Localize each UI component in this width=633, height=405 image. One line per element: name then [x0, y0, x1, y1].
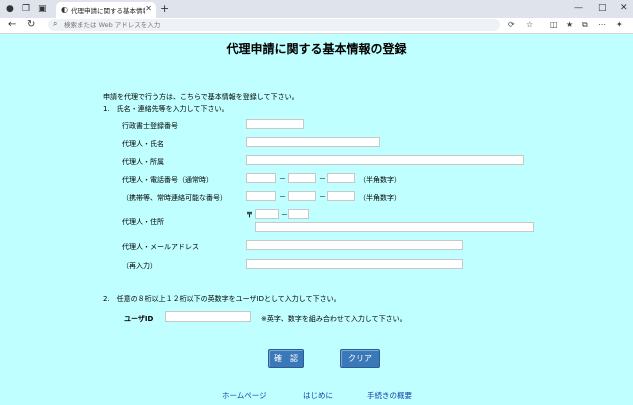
section1-heading: 1. 氏名・連絡先等を入力して下さい。 — [103, 105, 229, 113]
email-label: 代理人・メールアドレス — [122, 243, 199, 251]
phone-part3-input[interactable] — [327, 173, 355, 183]
section2-heading: 2. 任意の８桁以上１２桁以下の英数字をユーザIDとして入力して下さい。 — [103, 295, 341, 303]
split-screen-icon[interactable]: ◫ — [550, 20, 558, 29]
phone-alt-part2-input[interactable] — [288, 191, 316, 201]
workspaces-icon[interactable]: ❐ — [22, 3, 30, 15]
dash: － — [281, 211, 288, 219]
omnibox[interactable]: ⌕ — [48, 19, 500, 31]
footer-link-overview[interactable]: 手続きの概要 — [367, 390, 412, 401]
phone-part1-input[interactable] — [246, 173, 276, 183]
browser-tab[interactable]: ◐ 代理申請に関する基本情報の登録 ✕ — [56, 2, 156, 18]
halfwidth-note: （半角数字） — [359, 194, 401, 202]
phone-alt-part1-input[interactable] — [246, 191, 276, 201]
dash: － — [279, 193, 286, 201]
phone-label: 代理人・電話番号（通常時） — [122, 176, 213, 184]
email-input[interactable] — [246, 240, 463, 250]
dash: － — [279, 175, 286, 183]
profile-icon[interactable]: ● — [6, 3, 14, 15]
userid-note: ※英字、数字を組み合わせて入力して下さい。 — [261, 315, 407, 323]
reg-no-label: 行政書士登録番号 — [122, 122, 178, 130]
phone-part2-input[interactable] — [288, 173, 316, 183]
address-label: 代理人・住所 — [122, 218, 164, 226]
postal-part1-input[interactable] — [255, 209, 279, 219]
email-confirm-input[interactable] — [246, 259, 463, 269]
new-tab-button[interactable]: + — [160, 2, 169, 15]
close-tab-icon[interactable]: ✕ — [145, 4, 152, 13]
userid-input[interactable] — [165, 311, 251, 322]
close-window-button[interactable]: ✕ — [620, 3, 628, 13]
address-input-field[interactable] — [255, 222, 534, 232]
favorites-star-icon[interactable]: ☆ — [526, 20, 533, 29]
browser-tab-strip: ● ❐ ▣ ◐ 代理申請に関する基本情報の登録 ✕ + — □ ✕ — [0, 0, 633, 18]
org-input[interactable] — [246, 155, 524, 165]
dash: － — [319, 175, 326, 183]
halfwidth-note: （半角数字） — [359, 176, 401, 184]
favorites-icon[interactable]: ★ — [566, 20, 573, 29]
search-icon: ⌕ — [53, 19, 58, 28]
email-confirm-label: （再入力） — [122, 262, 157, 270]
org-label: 代理人・所属 — [122, 158, 164, 166]
page-favicon-icon: ◐ — [61, 5, 68, 14]
postal-mark: 〒 — [246, 211, 253, 219]
confirm-button[interactable]: 確 認 — [268, 349, 304, 368]
intro-text: 申請を代理で行う方は、こちらで基本情報を登録して下さい。 — [103, 93, 299, 101]
userid-label: ユーザID — [124, 315, 154, 323]
refresh-icon[interactable]: ↻ — [27, 19, 35, 30]
more-menu-icon[interactable]: ⋯ — [598, 20, 606, 29]
clear-button[interactable]: クリア — [340, 349, 380, 368]
maximize-button[interactable]: □ — [598, 3, 607, 13]
name-label: 代理人・氏名 — [122, 140, 164, 148]
page-content: 代理申請に関する基本情報の登録 申請を代理で行う方は、こちらで基本情報を登録して… — [0, 34, 633, 405]
collections-icon[interactable]: ⧉ — [582, 20, 588, 30]
footer-link-intro[interactable]: はじめに — [303, 390, 333, 401]
phone-alt-label: （携帯等、常時連絡可能な番号） — [122, 194, 227, 202]
address-input[interactable] — [64, 19, 484, 31]
postal-part2-input[interactable] — [288, 209, 309, 219]
reg-no-input[interactable] — [246, 119, 304, 129]
minimize-button[interactable]: — — [574, 3, 583, 13]
dash: － — [319, 193, 326, 201]
read-aloud-icon[interactable]: ⟳ — [508, 20, 515, 29]
address-bar-row: ← ↻ ⌕ ⟳ ☆ ◫ ★ ⧉ ⋯ ✦ — [0, 18, 633, 34]
name-input[interactable] — [246, 137, 380, 147]
copilot-icon[interactable]: ✦ — [616, 20, 623, 29]
page-title: 代理申請に関する基本情報の登録 — [226, 42, 407, 56]
tab-title: 代理申請に関する基本情報の登録 — [71, 7, 145, 15]
footer-link-home[interactable]: ホームページ — [222, 390, 267, 401]
phone-alt-part3-input[interactable] — [327, 191, 355, 201]
tab-actions-icon[interactable]: ▣ — [38, 3, 47, 15]
back-icon[interactable]: ← — [8, 19, 16, 30]
